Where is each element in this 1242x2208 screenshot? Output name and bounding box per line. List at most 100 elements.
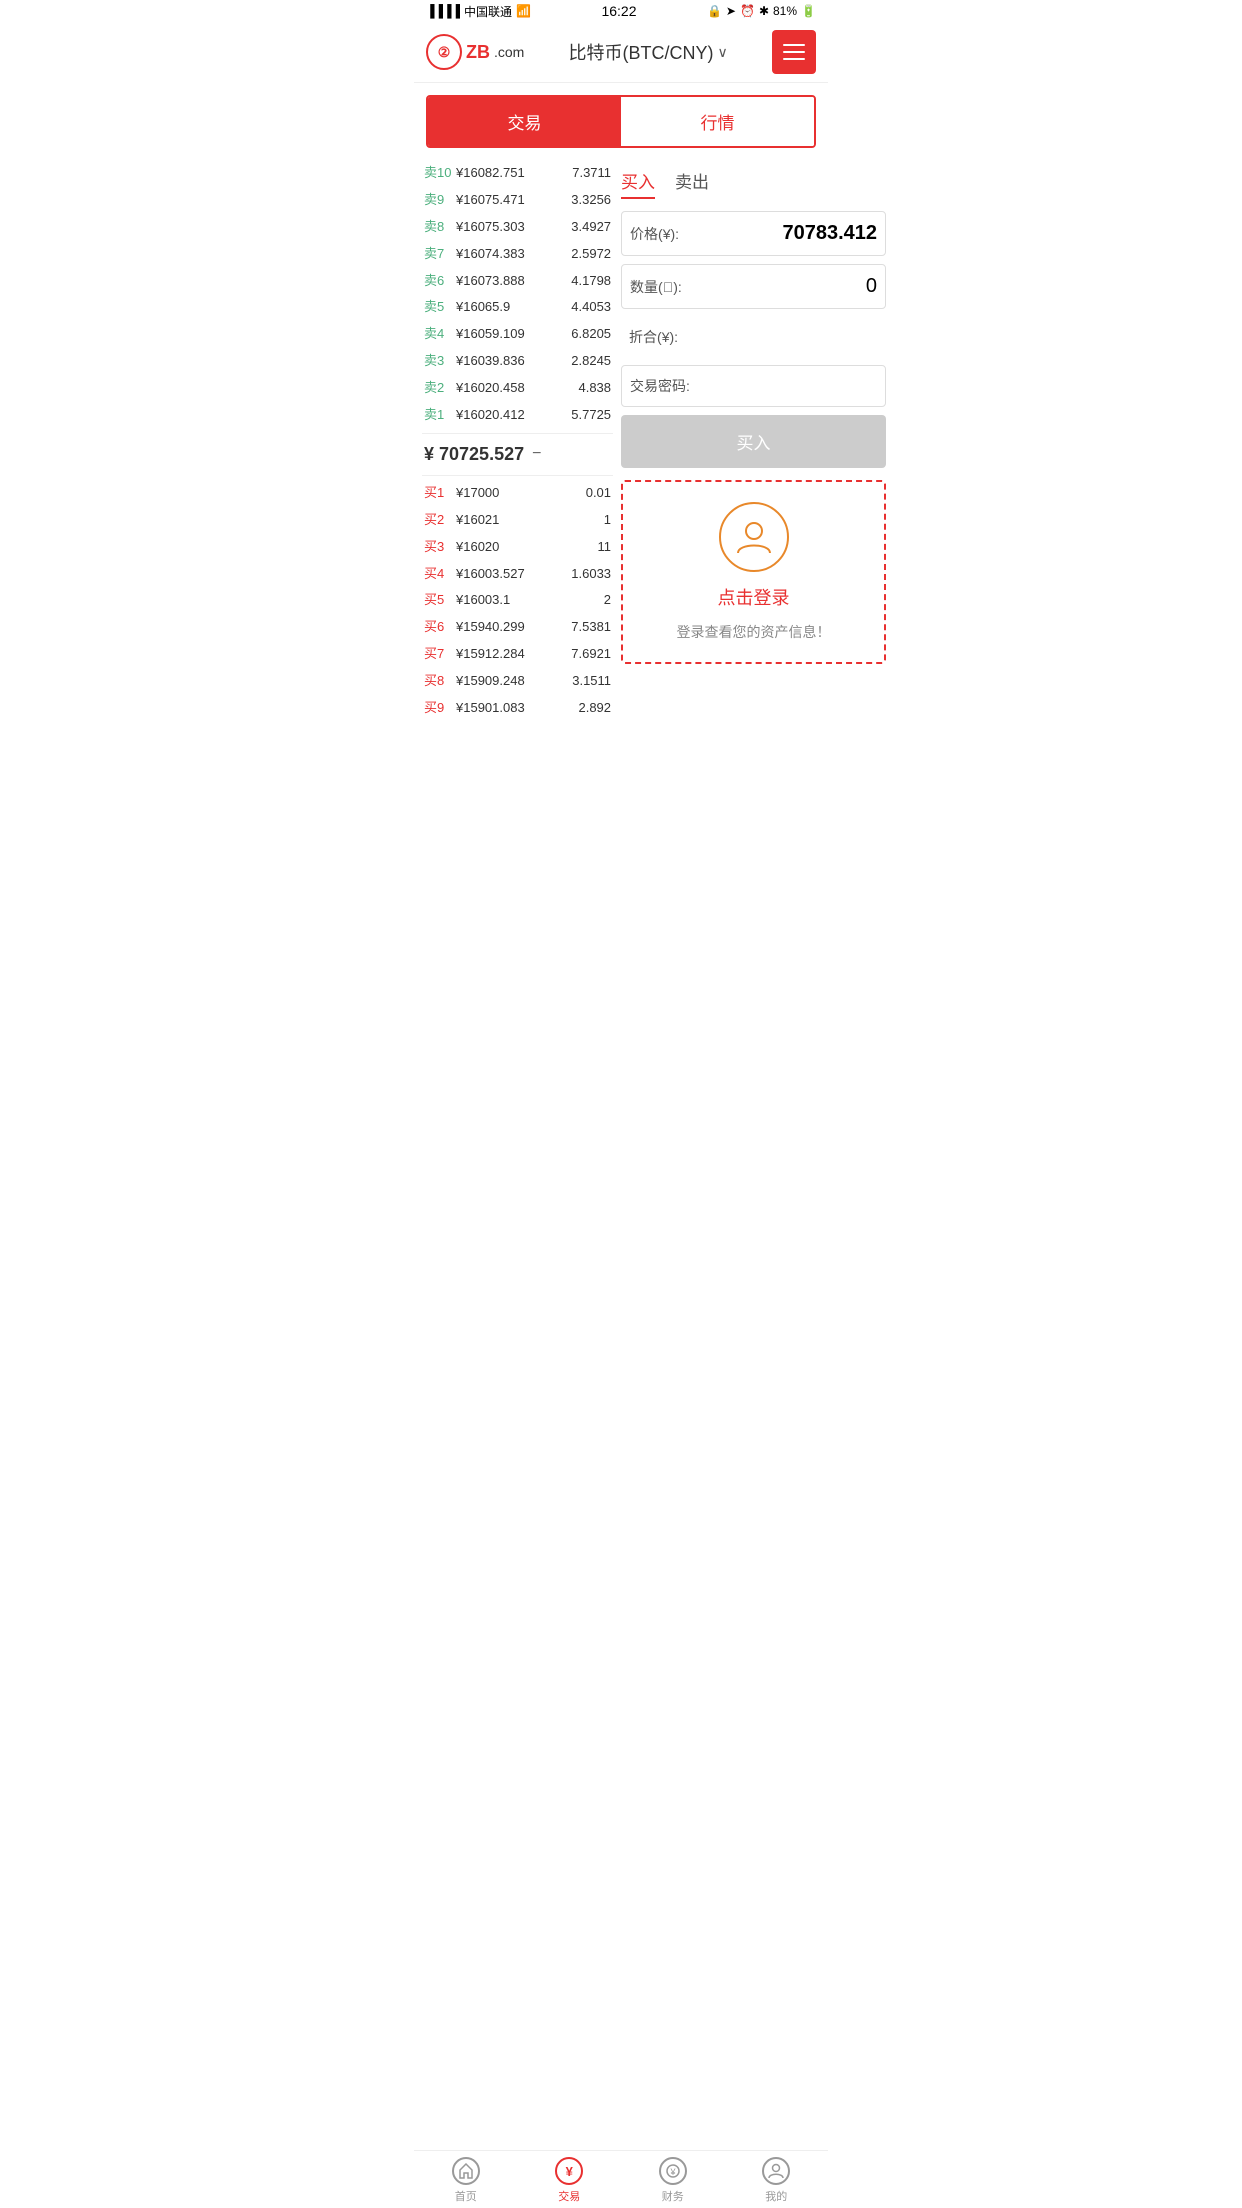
- status-bar: ▐▐▐▐ 中国联通 📶 16:22 🔒 ➤ ⏰ ✱ 81% 🔋: [414, 0, 828, 22]
- sell-order-row[interactable]: 卖6 ¥16073.888 4.1798: [422, 268, 613, 295]
- signal-icon: ▐▐▐▐: [426, 4, 460, 18]
- main-tabs: 交易 行情: [426, 95, 816, 148]
- nav-mine-label: 我的: [765, 2188, 787, 2204]
- buy-order-row[interactable]: 买4 ¥16003.527 1.6033: [422, 561, 613, 588]
- menu-button[interactable]: [772, 30, 816, 74]
- buy-order-row[interactable]: 买7 ¥15912.284 7.6921: [422, 641, 613, 668]
- buy-button[interactable]: 买入: [621, 415, 886, 468]
- buy-order-row[interactable]: 买6 ¥15940.299 7.5381: [422, 614, 613, 641]
- login-prompt[interactable]: 点击登录 登录查看您的资产信息！: [621, 480, 886, 664]
- sell-price: ¥16039.836: [452, 353, 571, 370]
- buy-qty: 1.6033: [571, 566, 611, 583]
- order-book: 卖10 ¥16082.751 7.3711 卖9 ¥16075.471 3.32…: [422, 160, 613, 722]
- qty-input[interactable]: [700, 275, 877, 298]
- qty-field-row: 数量(￿):: [621, 264, 886, 309]
- login-text[interactable]: 点击登录: [718, 584, 790, 610]
- buy-qty: 2: [604, 592, 611, 609]
- buy-label: 买5: [424, 592, 452, 609]
- price-input[interactable]: [700, 222, 877, 245]
- asset-info-text: 登录查看您的资产信息！: [677, 622, 831, 642]
- main-content: 卖10 ¥16082.751 7.3711 卖9 ¥16075.471 3.32…: [414, 160, 828, 722]
- user-icon: [734, 517, 774, 557]
- buy-price: ¥15912.284: [452, 646, 571, 663]
- home-icon: [452, 2157, 480, 2185]
- password-field-row: 交易密码:: [621, 365, 886, 407]
- buy-label: 买1: [424, 485, 452, 502]
- sell-label: 卖4: [424, 326, 452, 343]
- password-label: 交易密码:: [630, 376, 700, 396]
- price-label: 价格(¥):: [630, 224, 700, 244]
- buy-price: ¥15909.248: [452, 673, 572, 690]
- buy-qty: 3.1511: [572, 673, 611, 690]
- user-avatar-circle: [719, 502, 789, 572]
- buy-qty: 2.892: [578, 700, 611, 717]
- password-input[interactable]: [700, 379, 877, 394]
- buy-price: ¥16021: [452, 512, 604, 529]
- buy-order-row[interactable]: 买8 ¥15909.248 3.1511: [422, 668, 613, 695]
- app-header: ② ZB .com 比特币(BTC/CNY) ∨: [414, 22, 828, 83]
- sell-order-row[interactable]: 卖1 ¥16020.412 5.7725: [422, 402, 613, 429]
- sell-order-row[interactable]: 卖3 ¥16039.836 2.8245: [422, 348, 613, 375]
- sell-order-row[interactable]: 卖10 ¥16082.751 7.3711: [422, 160, 613, 187]
- logo-circle: ②: [426, 34, 462, 70]
- sell-qty: 4.4053: [571, 299, 611, 316]
- buy-label: 买2: [424, 512, 452, 529]
- current-price: ¥ 70725.527: [424, 444, 524, 465]
- nav-trade[interactable]: ¥ 交易: [518, 2157, 622, 2204]
- nav-mine[interactable]: 我的: [725, 2157, 829, 2204]
- page-title[interactable]: 比特币(BTC/CNY) ∨: [569, 39, 728, 65]
- sell-order-row[interactable]: 卖9 ¥16075.471 3.3256: [422, 187, 613, 214]
- chevron-down-icon: ∨: [718, 44, 728, 61]
- qty-label: 数量(￿):: [630, 277, 700, 297]
- lock-icon: 🔒: [707, 4, 722, 18]
- sell-order-row[interactable]: 卖5 ¥16065.9 4.4053: [422, 294, 613, 321]
- buy-qty: 11: [598, 539, 612, 556]
- sell-price: ¥16082.751: [452, 165, 572, 182]
- buy-label: 买7: [424, 646, 452, 663]
- sell-qty: 2.8245: [571, 353, 611, 370]
- buy-order-row[interactable]: 买3 ¥16020 11: [422, 534, 613, 561]
- status-left: ▐▐▐▐ 中国联通 📶: [426, 3, 531, 20]
- bluetooth-icon: ✱: [759, 4, 769, 18]
- battery-icon: 🔋: [801, 4, 816, 18]
- trade-icon: ¥: [555, 2157, 583, 2185]
- sell-price: ¥16075.471: [452, 192, 571, 209]
- price-field-row: 价格(¥):: [621, 211, 886, 256]
- sell-tab[interactable]: 卖出: [675, 168, 709, 199]
- buy-price: ¥17000: [452, 485, 586, 502]
- nav-trade-label: 交易: [558, 2188, 580, 2204]
- app-logo: ② ZB .com: [426, 34, 524, 70]
- svg-text:¥: ¥: [669, 2167, 676, 2177]
- sell-label: 卖7: [424, 246, 452, 263]
- sell-label: 卖9: [424, 192, 452, 209]
- nav-finance[interactable]: ¥ 财务: [621, 2157, 725, 2204]
- buy-qty: 7.5381: [571, 619, 611, 636]
- sell-price: ¥16074.383: [452, 246, 571, 263]
- wifi-icon: 📶: [516, 4, 531, 18]
- nav-home[interactable]: 首页: [414, 2157, 518, 2204]
- finance-icon: ¥: [659, 2157, 687, 2185]
- sell-price: ¥16065.9: [452, 299, 571, 316]
- sell-order-row[interactable]: 卖2 ¥16020.458 4.838: [422, 375, 613, 402]
- tab-trade[interactable]: 交易: [428, 97, 621, 146]
- sell-qty: 2.5972: [571, 246, 611, 263]
- total-label: 折合(¥):: [629, 327, 699, 347]
- sell-qty: 3.3256: [571, 192, 611, 209]
- buy-orders: 买1 ¥17000 0.01 买2 ¥16021 1 买3 ¥16020 11 …: [422, 480, 613, 722]
- status-time: 16:22: [601, 3, 636, 19]
- nav-home-label: 首页: [455, 2188, 477, 2204]
- sell-order-row[interactable]: 卖4 ¥16059.109 6.8205: [422, 321, 613, 348]
- sell-qty: 4.1798: [571, 273, 611, 290]
- buy-tab[interactable]: 买入: [621, 168, 655, 199]
- sell-order-row[interactable]: 卖8 ¥16075.303 3.4927: [422, 214, 613, 241]
- tab-market[interactable]: 行情: [621, 97, 814, 146]
- buy-order-row[interactable]: 买2 ¥16021 1: [422, 507, 613, 534]
- sell-order-row[interactable]: 卖7 ¥16074.383 2.5972: [422, 241, 613, 268]
- buy-order-row[interactable]: 买1 ¥17000 0.01: [422, 480, 613, 507]
- price-direction-icon: −: [532, 445, 541, 463]
- buy-sell-tabs: 买入 卖出: [621, 160, 886, 211]
- buy-order-row[interactable]: 买5 ¥16003.1 2: [422, 587, 613, 614]
- sell-label: 卖8: [424, 219, 452, 236]
- logo-domain: .com: [494, 44, 524, 60]
- buy-order-row[interactable]: 买9 ¥15901.083 2.892: [422, 695, 613, 722]
